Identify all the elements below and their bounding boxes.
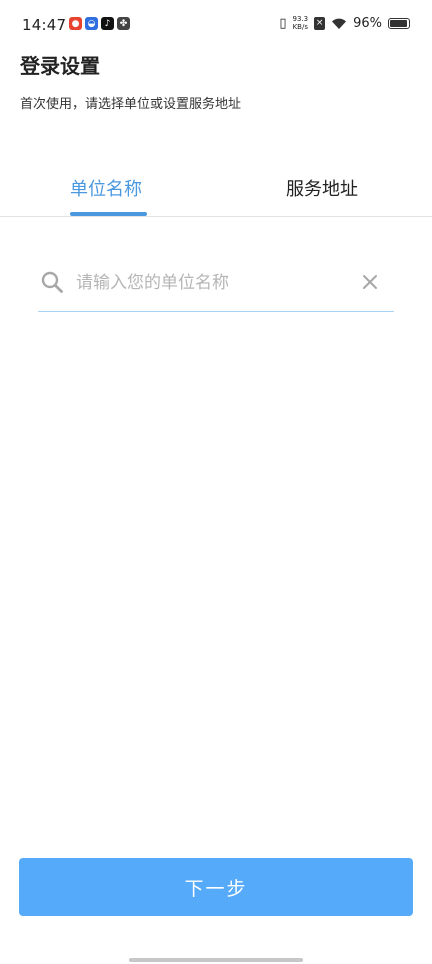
battery-percent: 96% [353, 15, 382, 31]
weibo-icon: ● [69, 17, 82, 30]
home-indicator[interactable] [129, 958, 303, 962]
status-bar: 14:47 ● ◒ ♪ ✤ ▯ 93.3 KB/s × 96% [0, 0, 432, 50]
status-app-icons: ● ◒ ♪ ✤ [69, 17, 130, 30]
page-subtitle: 首次使用，请选择单位或设置服务地址 [20, 97, 242, 112]
net-speed-unit: KB/s [292, 23, 308, 31]
status-time: 14:47 [22, 16, 67, 34]
search-icon [41, 271, 63, 293]
tab-bar: 单位名称 服务地址 [0, 160, 432, 217]
clear-icon[interactable] [360, 272, 380, 292]
page-title: 登录设置 [20, 54, 100, 78]
battery-icon [388, 17, 410, 29]
next-button[interactable]: 下一步 [19, 858, 413, 916]
wifi-icon [332, 18, 347, 29]
tab-server-address[interactable]: 服务地址 [286, 175, 358, 201]
net-speed-value: 93.3 [292, 15, 309, 23]
search-input[interactable] [76, 268, 346, 298]
baidu-icon: ◒ [85, 17, 98, 30]
vibrate-icon: ▯ [279, 15, 287, 31]
clover-icon: ✤ [117, 17, 130, 30]
tab-active-indicator [70, 212, 147, 216]
status-right: ▯ 93.3 KB/s × 96% [279, 15, 410, 31]
net-speed: 93.3 KB/s [293, 15, 309, 31]
no-sim-icon: × [314, 16, 326, 30]
douyin-icon: ♪ [101, 17, 114, 30]
search-field [38, 260, 394, 312]
tab-unit-name[interactable]: 单位名称 [70, 175, 142, 201]
